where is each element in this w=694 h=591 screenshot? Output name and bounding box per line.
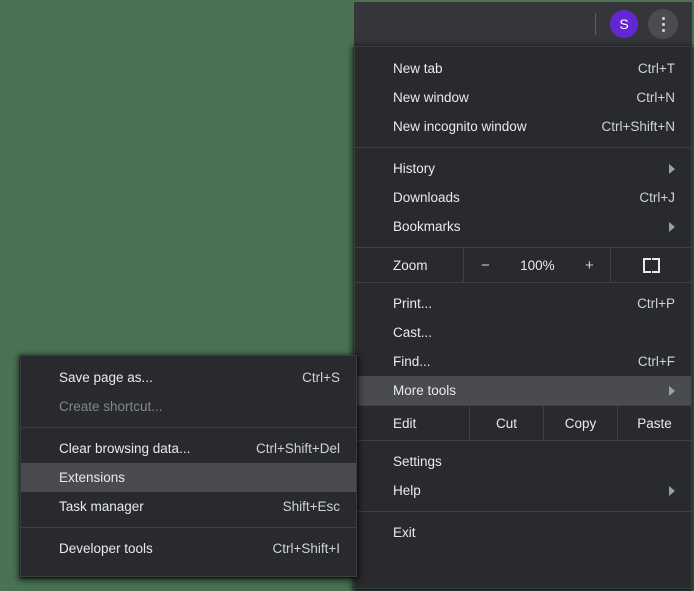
chevron-right-icon xyxy=(669,485,675,496)
zoom-row: Zoom − 100% + xyxy=(355,247,691,283)
menu-item-label: Developer tools xyxy=(59,541,153,556)
menu-item-new-window[interactable]: New window Ctrl+N xyxy=(355,83,691,112)
menu-dot-icon xyxy=(661,22,665,26)
menu-item-shortcut: Ctrl+N xyxy=(636,90,675,105)
menu-item-shortcut: Ctrl+Shift+I xyxy=(272,541,340,556)
zoom-out-button[interactable]: − xyxy=(464,257,506,274)
edit-label: Edit xyxy=(393,415,417,431)
menu-item-label: More tools xyxy=(393,383,457,398)
menu-item-exit[interactable]: Exit xyxy=(355,518,691,547)
three-dot-menu-button[interactable] xyxy=(648,9,678,39)
menu-item-label: Cast... xyxy=(393,325,433,340)
zoom-label: Zoom xyxy=(393,257,428,273)
edit-cut-button[interactable]: Cut xyxy=(469,406,543,440)
chrome-main-menu: New tab Ctrl+T New window Ctrl+N New inc… xyxy=(354,46,692,589)
menu-item-settings[interactable]: Settings xyxy=(355,447,691,476)
submenu-item-developer-tools[interactable]: Developer tools Ctrl+Shift+I xyxy=(21,534,356,563)
menu-item-downloads[interactable]: Downloads Ctrl+J xyxy=(355,183,691,212)
menu-item-print[interactable]: Print... Ctrl+P xyxy=(355,289,691,318)
menu-item-shortcut: Shift+Esc xyxy=(282,499,340,514)
fullscreen-icon xyxy=(642,257,660,273)
menu-item-shortcut: Ctrl+Shift+N xyxy=(601,119,675,134)
edit-copy-button[interactable]: Copy xyxy=(543,406,617,440)
menu-item-label: New incognito window xyxy=(393,119,527,134)
menu-dot-icon xyxy=(661,16,665,20)
chevron-right-icon xyxy=(669,385,675,396)
toolbar-divider xyxy=(595,13,596,35)
menu-item-label: Clear browsing data... xyxy=(59,441,191,456)
menu-item-label: New window xyxy=(393,90,469,105)
menu-item-label: Bookmarks xyxy=(393,219,461,234)
menu-item-label: Help xyxy=(393,483,421,498)
menu-item-new-incognito-window[interactable]: New incognito window Ctrl+Shift+N xyxy=(355,112,691,141)
menu-item-find[interactable]: Find... Ctrl+F xyxy=(355,347,691,376)
submenu-item-task-manager[interactable]: Task manager Shift+Esc xyxy=(21,492,356,521)
menu-separator xyxy=(21,527,356,528)
chevron-right-icon xyxy=(669,221,675,232)
menu-separator xyxy=(21,427,356,428)
menu-item-history[interactable]: History xyxy=(355,154,691,183)
edit-row: Edit Cut Copy Paste xyxy=(355,405,691,441)
menu-item-label: Extensions xyxy=(59,470,126,485)
menu-item-label: Exit xyxy=(393,525,416,540)
menu-item-bookmarks[interactable]: Bookmarks xyxy=(355,212,691,241)
menu-item-more-tools[interactable]: More tools xyxy=(355,376,691,405)
fullscreen-button[interactable] xyxy=(611,248,691,282)
menu-item-label: Settings xyxy=(393,454,442,469)
menu-item-shortcut: Ctrl+J xyxy=(639,190,675,205)
chevron-right-icon xyxy=(669,163,675,174)
zoom-level-value: 100% xyxy=(520,257,555,273)
submenu-item-extensions[interactable]: Extensions xyxy=(21,463,356,492)
menu-item-label: Find... xyxy=(393,354,431,369)
menu-item-label: Print... xyxy=(393,296,433,311)
menu-separator xyxy=(355,511,691,512)
menu-item-shortcut: Ctrl+F xyxy=(637,354,675,369)
menu-item-label: History xyxy=(393,161,436,176)
menu-item-shortcut: Ctrl+T xyxy=(637,61,675,76)
submenu-item-clear-browsing-data[interactable]: Clear browsing data... Ctrl+Shift+Del xyxy=(21,434,356,463)
menu-item-new-tab[interactable]: New tab Ctrl+T xyxy=(355,54,691,83)
profile-avatar[interactable]: S xyxy=(610,10,638,38)
menu-item-shortcut: Ctrl+Shift+Del xyxy=(255,441,340,456)
menu-dot-icon xyxy=(661,28,665,32)
menu-item-label: Create shortcut... xyxy=(59,399,163,414)
menu-item-shortcut: Ctrl+P xyxy=(637,296,675,311)
more-tools-submenu: Save page as... Ctrl+S Create shortcut..… xyxy=(20,355,357,577)
menu-item-label: Task manager xyxy=(59,499,144,514)
zoom-in-button[interactable]: + xyxy=(568,257,610,274)
menu-item-label: Downloads xyxy=(393,190,460,205)
edit-paste-button[interactable]: Paste xyxy=(617,406,691,440)
menu-item-help[interactable]: Help xyxy=(355,476,691,505)
submenu-item-create-shortcut: Create shortcut... xyxy=(21,392,356,421)
menu-item-cast[interactable]: Cast... xyxy=(355,318,691,347)
submenu-item-save-page-as[interactable]: Save page as... Ctrl+S xyxy=(21,363,356,392)
menu-separator xyxy=(355,147,691,148)
menu-item-label: Save page as... xyxy=(59,370,153,385)
zoom-controls: − 100% + xyxy=(463,248,612,282)
menu-item-shortcut: Ctrl+S xyxy=(302,370,340,385)
browser-toolbar: S xyxy=(354,2,692,46)
menu-item-label: New tab xyxy=(393,61,443,76)
